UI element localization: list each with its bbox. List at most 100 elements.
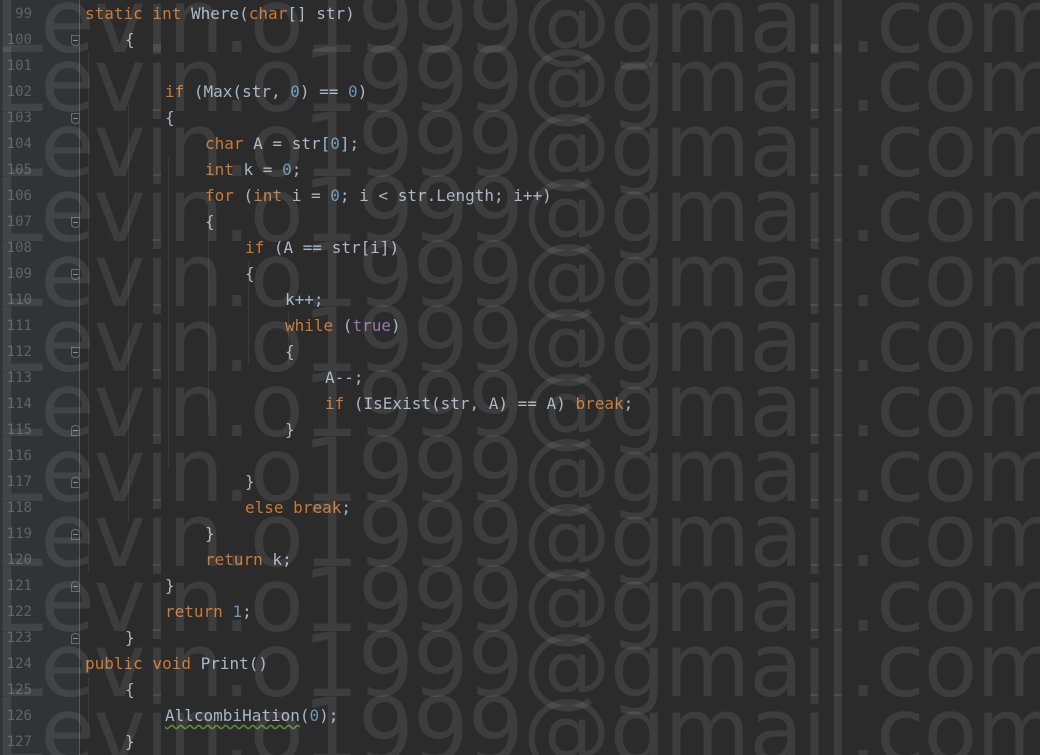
code-token: (Max(str, — [184, 82, 291, 101]
fold-marker-icon[interactable] — [71, 477, 80, 488]
line-number: 113 — [6, 370, 32, 386]
code-line[interactable]: { — [125, 27, 135, 53]
code-token: ; i < str.Length; i++) — [339, 186, 552, 205]
line-number: 125 — [6, 682, 32, 698]
code-line[interactable]: if (Max(str, 0) == 0) — [165, 79, 367, 105]
code-line[interactable]: } — [125, 625, 135, 651]
code-token: 1 — [232, 602, 243, 621]
line-number: 106 — [6, 188, 32, 204]
indent-guide — [208, 209, 209, 417]
code-line[interactable]: { — [245, 261, 255, 287]
line-number: 122 — [6, 604, 32, 620]
code-line[interactable]: return 1; — [165, 599, 252, 625]
line-number: 107 — [6, 214, 32, 230]
code-token: k = — [233, 160, 283, 179]
line-number: 102 — [6, 84, 32, 100]
code-editor[interactable]: 99 100 101 102 103 104 105 106 107 108 109 110 111 11… — [0, 0, 1040, 755]
code-token: } — [165, 576, 175, 595]
code-token: } — [245, 472, 255, 491]
code-line[interactable]: A--; — [325, 365, 364, 391]
line-number: 123 — [6, 630, 32, 646]
code-token: break — [575, 394, 624, 413]
line-number: 121 — [6, 578, 32, 594]
code-token: ( — [333, 316, 353, 335]
code-token: 0 — [309, 706, 320, 725]
code-line[interactable]: public void Print() — [85, 651, 268, 677]
code-token: 0 — [290, 82, 300, 101]
line-number: 111 — [6, 318, 32, 334]
code-token: ; — [242, 602, 252, 621]
code-line[interactable]: else break; — [245, 495, 351, 521]
code-line[interactable]: while (true) — [285, 313, 401, 339]
line-number: 103 — [6, 110, 32, 126]
code-token: ) — [357, 82, 368, 101]
code-token: A = str[ — [243, 134, 331, 153]
code-line[interactable]: k++; — [285, 287, 324, 313]
line-number: 119 — [6, 526, 32, 542]
code-line[interactable]: return k; — [205, 547, 292, 573]
indent-guide — [168, 157, 169, 469]
code-token: Print() — [190, 654, 269, 673]
code-line[interactable]: char A = str[0]; — [205, 131, 359, 157]
code-token: (IsExist(str, A) == A) — [344, 394, 576, 413]
code-token: } — [205, 524, 215, 543]
fold-marker-icon[interactable] — [71, 113, 80, 124]
code-line[interactable]: static int Where(char[] str) — [85, 1, 355, 27]
fold-marker-icon[interactable] — [71, 425, 80, 436]
fold-marker-icon[interactable] — [71, 529, 80, 540]
fold-marker-icon[interactable] — [71, 581, 80, 592]
code-line[interactable]: { — [165, 105, 175, 131]
code-line[interactable]: AllcombiHation(0); — [165, 703, 338, 729]
line-number-gutter: 99 100 101 102 103 104 105 106 107 108 109 110 111 11… — [0, 0, 80, 755]
code-token: char — [205, 134, 244, 153]
code-token: if — [165, 82, 185, 101]
code-token: ) == — [299, 82, 349, 101]
code-token: break — [293, 498, 342, 517]
code-line[interactable]: int k = 0; — [205, 157, 301, 183]
code-token: k++; — [285, 290, 324, 309]
line-number: 112 — [6, 344, 32, 360]
code-token: if — [245, 238, 265, 257]
indent-guide — [88, 677, 89, 729]
code-line[interactable]: if (A == str[i]) — [245, 235, 399, 261]
code-token: { — [205, 212, 215, 231]
code-line[interactable]: } — [245, 469, 255, 495]
code-line[interactable]: for (int i = 0; i < str.Length; i++) — [205, 183, 552, 209]
code-line[interactable]: { — [285, 339, 295, 365]
code-token: { — [245, 264, 255, 283]
indent-guide — [128, 105, 129, 521]
line-number: 109 — [6, 266, 32, 282]
code-line[interactable]: } — [285, 417, 295, 443]
code-line[interactable]: } — [165, 573, 175, 599]
fold-marker-icon[interactable] — [71, 35, 80, 46]
code-token: } — [285, 420, 295, 439]
line-number: 124 — [6, 656, 32, 672]
fold-marker-icon[interactable] — [71, 269, 80, 280]
code-line[interactable]: { — [125, 677, 135, 703]
code-line[interactable]: } — [125, 729, 135, 755]
code-token: [] str) — [287, 4, 355, 23]
code-token: return — [205, 550, 263, 569]
fold-marker-icon[interactable] — [71, 217, 80, 228]
code-token: if — [325, 394, 345, 413]
fold-marker-icon[interactable] — [71, 633, 80, 644]
code-token: 0 — [330, 134, 340, 153]
code-line[interactable]: } — [205, 521, 215, 547]
code-token: public — [85, 654, 143, 673]
code-token: else — [245, 498, 284, 517]
line-number: 120 — [6, 552, 32, 568]
code-token: void — [152, 654, 191, 673]
code-line[interactable]: { — [205, 209, 215, 235]
code-token: } — [125, 732, 135, 751]
code-token: ( — [299, 706, 310, 725]
code-token: int — [253, 186, 283, 205]
line-number: 127 — [6, 734, 32, 750]
code-token: k; — [262, 550, 292, 569]
code-line[interactable]: if (IsExist(str, A) == A) break; — [325, 391, 633, 417]
fold-marker-icon[interactable] — [71, 347, 80, 358]
code-token: char — [248, 4, 288, 23]
code-token: ; — [623, 394, 634, 413]
